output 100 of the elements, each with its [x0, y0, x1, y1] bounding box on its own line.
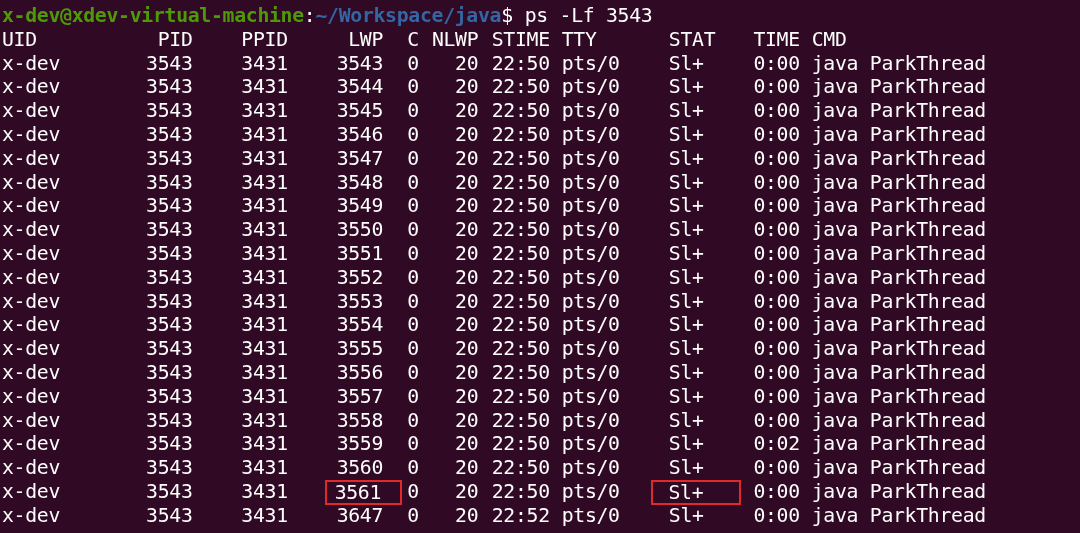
table-cell: 22:50 [491, 384, 550, 408]
table-cell: Sl+ [668, 218, 704, 242]
table-cell: 22:50 [491, 51, 550, 75]
table-cell: 0:02 [753, 432, 800, 456]
table-cell: 0 [407, 218, 419, 242]
table-cell: pts/0 [561, 146, 620, 170]
table-cell: 0 [407, 384, 419, 408]
table-cell: 3543 [146, 456, 193, 480]
table-cell: 20 [455, 51, 479, 75]
command-text: ps -Lf 3543 [524, 4, 653, 28]
table-cell: pts/0 [561, 456, 620, 480]
table-cell: java ParkThread [811, 170, 986, 194]
table-cell: Sl+ [668, 408, 704, 432]
table-cell: 20 [455, 170, 479, 194]
table-cell: 3543 [146, 51, 193, 75]
table-cell: 20 [455, 456, 479, 480]
table-cell: java ParkThread [811, 360, 986, 384]
table-cell: pts/0 [561, 51, 620, 75]
table-cell: 0 [407, 479, 419, 503]
table-cell: 3431 [241, 75, 288, 99]
table-cell: x-dev [2, 479, 61, 503]
table-cell: 3559 [336, 432, 384, 456]
table-cell: 3431 [241, 194, 288, 218]
table-cell: Sl+ [668, 265, 704, 289]
table-cell: 3548 [336, 170, 384, 194]
table-cell: x-dev [2, 265, 61, 289]
table-cell: 3543 [146, 289, 193, 313]
table-cell: 3556 [336, 360, 384, 384]
table-cell: java ParkThread [811, 503, 986, 527]
table-cell: 3543 [336, 51, 384, 75]
prompt-user-host: x-dev@xdev-virtual-machine [2, 4, 304, 28]
table-cell: 22:50 [491, 479, 550, 503]
column-header: LWP [348, 27, 384, 51]
table-cell: 3431 [241, 170, 288, 194]
table-cell: 3431 [241, 265, 288, 289]
table-cell: x-dev [2, 99, 61, 123]
table-cell: 0:00 [753, 146, 800, 170]
column-header: STAT [668, 27, 716, 51]
table-cell: 3431 [241, 384, 288, 408]
table-cell: 3543 [146, 146, 193, 170]
prompt-symbol: $ [501, 4, 513, 28]
table-cell: 22:50 [491, 194, 550, 218]
table-cell: 3431 [241, 218, 288, 242]
table-cell: 3431 [241, 123, 288, 146]
table-cell: pts/0 [561, 432, 620, 456]
table-cell: x-dev [2, 123, 61, 146]
table-cell: 3544 [336, 75, 384, 99]
table-cell: 3431 [241, 289, 288, 313]
table-cell: Sl+ [668, 456, 704, 480]
table-cell: 3431 [241, 146, 288, 170]
table-cell: pts/0 [561, 194, 620, 218]
table-cell: pts/0 [561, 99, 620, 123]
table-cell: 20 [455, 194, 479, 218]
table-cell: 22:50 [491, 218, 550, 242]
table-cell: 3431 [241, 408, 288, 432]
table-cell: 0:00 [753, 123, 800, 146]
table-cell: 20 [455, 432, 479, 456]
table-cell: 0 [407, 146, 419, 170]
table-cell: Sl+ [668, 289, 704, 313]
table-cell: 22:50 [491, 456, 550, 480]
table-cell: 3552 [336, 265, 384, 289]
table-cell: x-dev [2, 51, 61, 75]
table-cell: 0 [407, 456, 419, 480]
table-cell: pts/0 [561, 479, 620, 503]
table-cell: 20 [455, 479, 479, 503]
table-cell: 0 [407, 99, 419, 123]
table-cell: 3647 [336, 503, 384, 527]
table-cell: java ParkThread [811, 337, 986, 361]
table-cell: 0:00 [753, 384, 800, 408]
table-cell: 0 [407, 51, 419, 75]
table-cell: 22:52 [491, 503, 550, 527]
table-cell: Sl+ [651, 479, 741, 505]
table-cell: 0:00 [753, 313, 800, 337]
table-cell: Sl+ [668, 503, 704, 527]
table-cell: 0 [407, 123, 419, 146]
table-cell: 3558 [336, 408, 384, 432]
table-cell: 22:50 [491, 146, 550, 170]
table-cell: 0:00 [753, 456, 800, 480]
table-cell: java ParkThread [811, 479, 986, 503]
table-cell: 0 [407, 194, 419, 218]
table-cell: 22:50 [491, 289, 550, 313]
column-header: TTY [561, 27, 597, 51]
table-cell: 3543 [146, 123, 193, 146]
table-cell: 3543 [146, 218, 193, 242]
table-cell: 22:50 [491, 337, 550, 361]
column-header: NLWP [431, 27, 479, 51]
table-cell: 0 [407, 313, 419, 337]
table-cell: x-dev [2, 289, 61, 313]
table-cell: 3543 [146, 479, 193, 503]
column-header: STIME [491, 27, 550, 51]
table-cell: 0 [407, 75, 419, 99]
table-cell: 0:00 [753, 337, 800, 361]
table-cell: 20 [455, 75, 479, 99]
table-cell: x-dev [2, 218, 61, 242]
table-cell: pts/0 [561, 170, 620, 194]
table-cell: pts/0 [561, 360, 620, 384]
table-cell: java ParkThread [811, 51, 986, 75]
table-cell: Sl+ [668, 313, 704, 337]
table-cell: 20 [455, 503, 479, 527]
table-cell: 0 [407, 503, 419, 527]
